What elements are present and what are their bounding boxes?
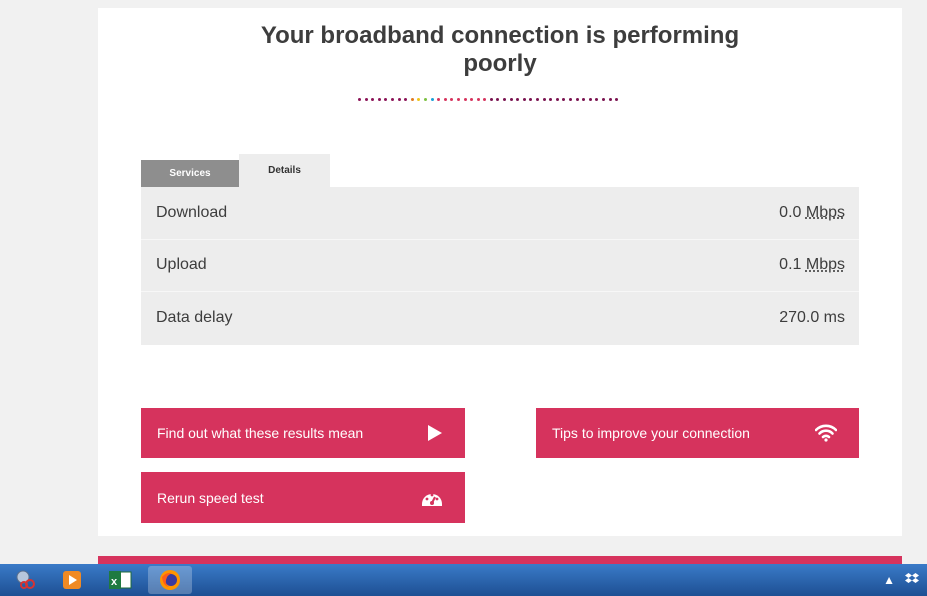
divider-dot: [377, 98, 381, 101]
result-label: Upload: [156, 256, 207, 274]
result-value: 0.1 Mbps: [779, 256, 845, 274]
divider-dot: [417, 98, 421, 101]
results-panel: Download 0.0 Mbps Upload 0.1 Mbps Data d…: [141, 187, 859, 345]
play-icon: [427, 424, 443, 442]
divider-dot: [450, 98, 454, 101]
speed-test-card: Your broadband connection is performing …: [98, 8, 902, 536]
rerun-speed-test-button[interactable]: Rerun speed test: [141, 472, 465, 523]
divider-dot: [456, 98, 460, 101]
page-title-line2: poorly: [463, 50, 537, 77]
divider-dot: [364, 98, 368, 101]
divider-dot: [483, 98, 487, 101]
divider-dot: [582, 98, 586, 101]
divider-dot: [443, 98, 447, 101]
firefox-icon[interactable]: [148, 566, 192, 594]
result-row-data-delay: Data delay 270.0 ms: [141, 292, 859, 345]
result-label: Data delay: [156, 309, 233, 327]
result-row-upload: Upload 0.1 Mbps: [141, 240, 859, 293]
divider-dot: [588, 98, 592, 101]
divider-dot: [404, 98, 408, 101]
divider-dot: [522, 98, 526, 101]
divider-dot: [575, 98, 579, 101]
divider-dot: [470, 98, 474, 101]
results-meaning-label: Find out what these results mean: [157, 425, 364, 441]
wifi-icon: [815, 424, 837, 442]
result-value: 270.0 ms: [779, 309, 845, 327]
system-tray: ▲: [883, 572, 919, 588]
divider-dot: [608, 98, 612, 101]
unit-abbr: Mbps: [805, 203, 845, 221]
divider-dot: [390, 98, 394, 101]
page-title: Your broadband connection is performing …: [98, 22, 902, 78]
divider-dot: [489, 98, 493, 101]
results-meaning-button[interactable]: Find out what these results mean: [141, 408, 465, 458]
page-title-line1: Your broadband connection is performing: [260, 22, 740, 49]
result-label: Download: [156, 203, 228, 221]
divider-dot: [601, 98, 605, 101]
divider-dot: [555, 98, 559, 101]
dotted-divider: [358, 98, 619, 104]
tab-services[interactable]: Services: [141, 160, 239, 187]
divider-dot: [476, 98, 480, 101]
divider-dot: [423, 98, 427, 101]
divider-dot: [358, 98, 361, 101]
media-player-icon[interactable]: [58, 568, 86, 592]
speedometer-icon: [421, 489, 443, 507]
show-hidden-icons-arrow[interactable]: ▲: [883, 573, 895, 587]
divider-dot: [516, 98, 520, 101]
divider-dot: [549, 98, 553, 101]
unit-abbr: Mbps: [805, 256, 845, 274]
result-value: 0.0 Mbps: [779, 204, 845, 222]
rerun-label: Rerun speed test: [157, 489, 264, 506]
excel-icon[interactable]: x: [106, 568, 134, 592]
divider-dot: [437, 98, 441, 101]
result-number: 0.0: [779, 203, 802, 221]
svg-text:x: x: [111, 576, 118, 588]
divider-dot: [503, 98, 507, 101]
tips-label: Tips to improve your connection: [552, 425, 750, 441]
divider-dot: [529, 98, 533, 101]
tab-details[interactable]: Details: [239, 154, 330, 187]
divider-dot: [384, 98, 388, 101]
divider-dot: [569, 98, 572, 101]
divider-dot: [430, 98, 434, 101]
divider-dot: [562, 98, 566, 101]
divider-dot: [542, 98, 546, 101]
divider-dot: [509, 98, 513, 101]
divider-dot: [397, 98, 401, 101]
windows-taskbar: x ▲: [0, 564, 927, 596]
tabs: Services Details: [141, 154, 330, 187]
result-row-download: Download 0.0 Mbps: [141, 187, 859, 240]
divider-dot: [410, 98, 414, 101]
tips-button[interactable]: Tips to improve your connection: [536, 408, 859, 458]
divider-dot: [536, 98, 540, 101]
divider-dot: [496, 98, 500, 101]
snipping-tool-icon[interactable]: [12, 568, 40, 592]
divider-dot: [615, 98, 619, 101]
divider-dot: [595, 98, 599, 101]
divider-dot: [371, 98, 375, 101]
dropbox-icon[interactable]: [905, 572, 919, 588]
result-number: 0.1: [779, 256, 802, 274]
divider-dot: [463, 98, 467, 101]
